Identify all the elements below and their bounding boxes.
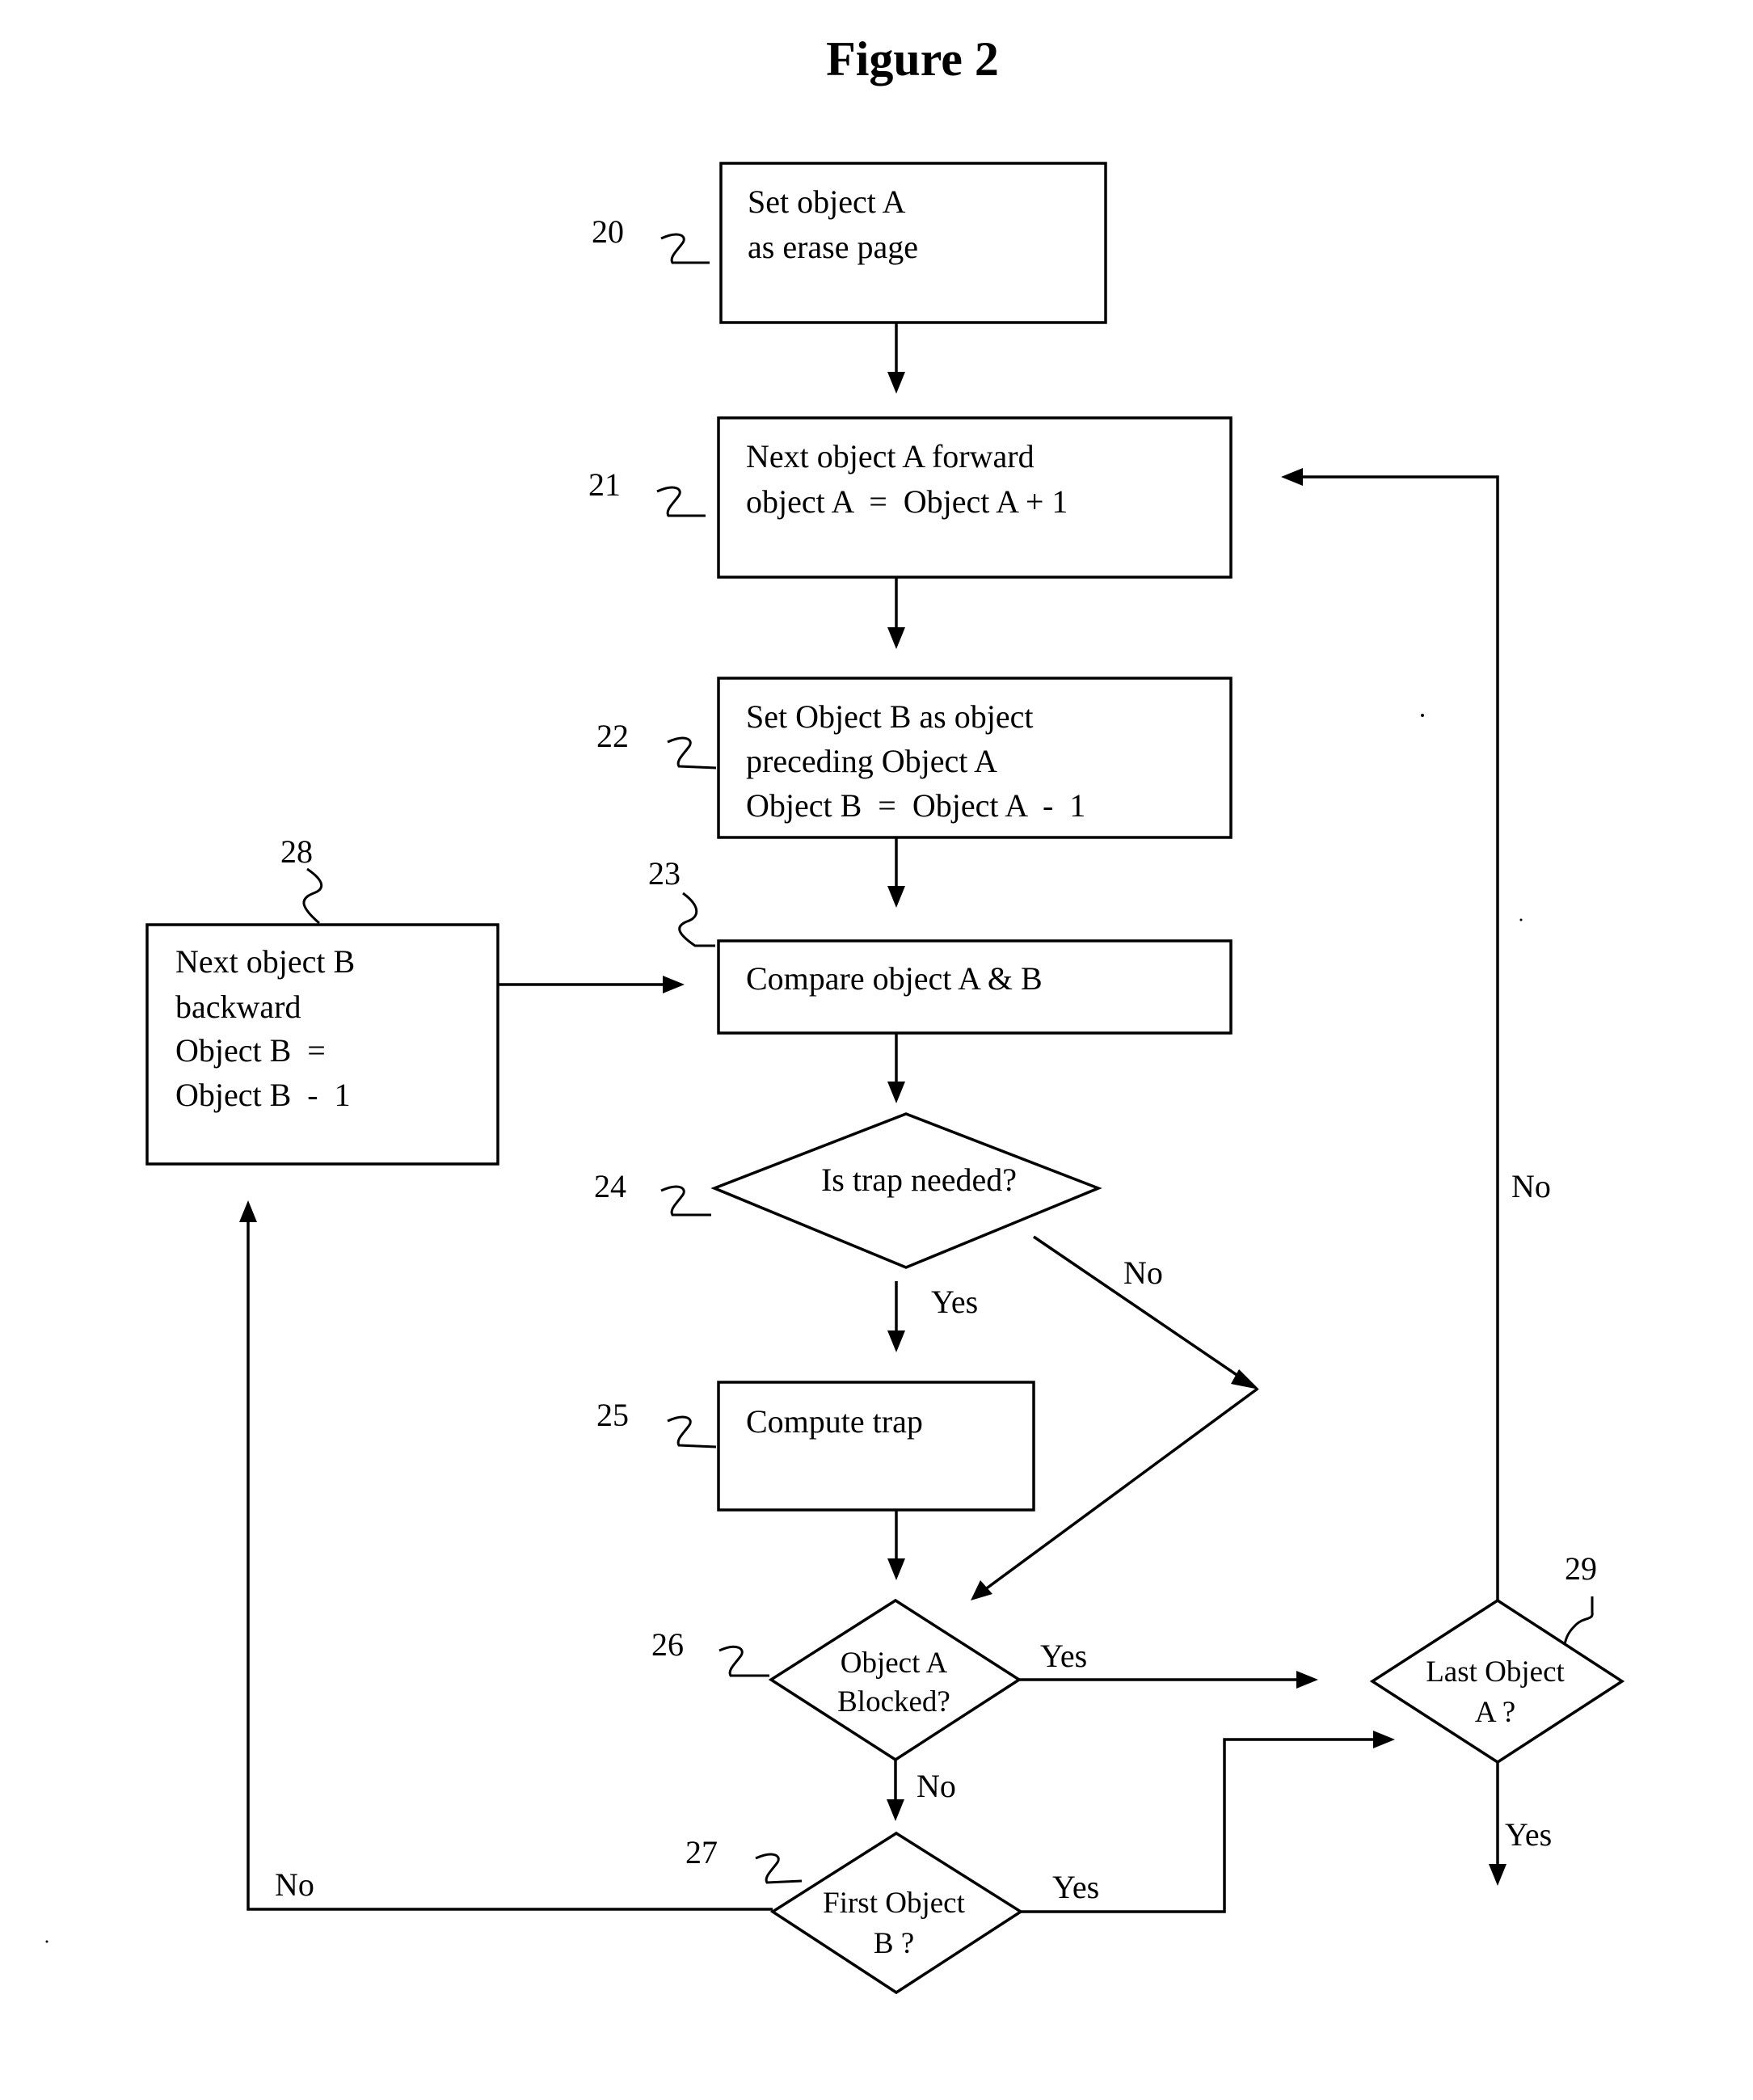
arrowhead-right-icon — [1373, 1731, 1395, 1748]
node-22-line-1: Set Object B as object — [746, 698, 1033, 735]
arrow-26-no-to-27: No — [887, 1760, 956, 1821]
edge-label-29-yes: Yes — [1505, 1816, 1552, 1853]
leader-squiggle-26 — [718, 1645, 769, 1677]
arrowhead-down-icon — [887, 1558, 905, 1580]
node-23-compare: Compare object A & B — [717, 939, 1233, 1035]
node-25-line-1: Compute trap — [746, 1403, 923, 1440]
arrowhead-up-icon — [239, 1200, 257, 1222]
node-21-line-1: Next object A forward — [746, 438, 1035, 474]
leader-squiggle-24 — [660, 1185, 711, 1217]
node-20-line-2: as erase page — [748, 229, 918, 265]
node-20-set-object-a: Set object A as erase page — [719, 162, 1107, 324]
ref-label-21: 21 — [588, 466, 621, 503]
node-24-is-trap-needed: Is trap needed? — [710, 1112, 1102, 1269]
edge-label-27-no: No — [275, 1866, 314, 1903]
node-27-line-1: First Object — [823, 1887, 965, 1920]
node-27-first-object-b: First Object B ? — [769, 1831, 1024, 1995]
node-25-box — [717, 1381, 1035, 1512]
ref-label-20: 20 — [592, 213, 624, 250]
node-26-line-1: Object A — [841, 1647, 948, 1680]
leader-squiggle-23 — [678, 892, 715, 947]
arrowhead-down-icon — [887, 627, 905, 649]
node-22-set-object-b: Set Object B as object preceding Object … — [717, 677, 1233, 839]
arrow-27-yes-to-29: Yes — [1021, 1731, 1395, 1913]
ref-label-28: 28 — [280, 833, 313, 870]
edge-label-27-yes: Yes — [1052, 1869, 1099, 1905]
arrowhead-down-icon — [887, 886, 905, 908]
arrowhead-down-icon — [887, 1082, 905, 1103]
arrowhead-down-icon — [1489, 1864, 1506, 1886]
node-26-object-a-blocked: Object A Blocked? — [768, 1598, 1022, 1762]
ref-label-29: 29 — [1565, 1550, 1597, 1587]
arrowhead-down-icon — [887, 1330, 905, 1352]
node-24-line-1: Is trap needed? — [821, 1162, 1017, 1198]
arrow-26-yes-to-29: Yes — [1019, 1638, 1318, 1689]
node-28-line-4: Object B - 1 — [175, 1077, 351, 1113]
leader-squiggle-20 — [660, 233, 710, 264]
arrow-22-to-23 — [887, 837, 905, 908]
leader-squiggle-25 — [667, 1415, 717, 1448]
leader-squiggle-27 — [755, 1853, 803, 1884]
node-25-compute-trap: Compute trap — [717, 1381, 1035, 1512]
arrow-29-no-to-21: No — [1281, 468, 1551, 1600]
node-21-next-object-a: Next object A forward object A = Object … — [717, 416, 1233, 579]
leader-squiggle-21 — [656, 486, 706, 517]
arrow-20-to-21 — [887, 323, 905, 394]
node-26-diamond — [768, 1598, 1022, 1762]
arrowhead-right-icon — [1296, 1671, 1318, 1689]
edge-label-24-no: No — [1123, 1255, 1163, 1291]
arrowhead-diag-icon — [971, 1580, 992, 1600]
node-28-line-3: Object B = — [175, 1032, 326, 1069]
node-28-next-object-b: Next object B backward Object B = Object… — [145, 923, 499, 1166]
arrow-21-to-22 — [887, 577, 905, 649]
edge-label-24-yes: Yes — [931, 1284, 978, 1320]
arrowhead-down-icon — [887, 372, 905, 394]
edge-label-29-no: No — [1511, 1168, 1551, 1204]
node-26-line-2: Blocked? — [837, 1685, 950, 1718]
arrow-25-to-26 — [887, 1510, 905, 1580]
figure-title: Figure 2 — [826, 32, 999, 86]
edge-label-26-no: No — [917, 1768, 956, 1804]
arrow-24-yes-to-25: Yes — [887, 1281, 978, 1352]
edge-label-26-yes: Yes — [1040, 1638, 1087, 1674]
leader-squiggle-29 — [1563, 1596, 1594, 1645]
node-22-line-3: Object B = Object A - 1 — [746, 787, 1085, 824]
scan-speck — [45, 1940, 48, 1943]
node-20-line-1: Set object A — [748, 183, 906, 220]
arrow-28-to-23 — [498, 976, 685, 993]
arrowhead-down-icon — [887, 1799, 904, 1821]
scan-speck — [1519, 918, 1523, 921]
node-29-line-1: Last Object — [1426, 1655, 1565, 1689]
node-22-line-2: preceding Object A — [746, 743, 997, 779]
ref-label-26: 26 — [651, 1626, 684, 1663]
ref-label-23: 23 — [648, 855, 681, 892]
node-28-line-2: backward — [175, 989, 301, 1025]
arrow-29-yes-to-end: Yes — [1489, 1762, 1552, 1886]
node-23-line-1: Compare object A & B — [746, 960, 1043, 997]
node-27-line-2: B ? — [874, 1927, 914, 1960]
leader-squiggle-28 — [302, 867, 322, 925]
leader-squiggle-22 — [667, 736, 717, 770]
scan-speck — [1421, 714, 1424, 717]
arrowhead-left-icon — [1281, 468, 1303, 486]
arrowhead-right-icon — [663, 976, 685, 993]
node-28-line-1: Next object B — [175, 943, 355, 980]
ref-label-25: 25 — [596, 1397, 629, 1433]
node-29-last-object-a: Last Object A ? — [1369, 1598, 1625, 1765]
arrow-27-no-to-28: No — [239, 1200, 773, 1911]
node-21-line-2: object A = Object A + 1 — [746, 483, 1068, 520]
flowchart: Figure 2 Set object A as erase page 20 N… — [45, 32, 1625, 1995]
node-29-line-2: A ? — [1475, 1696, 1515, 1729]
ref-label-22: 22 — [596, 718, 629, 754]
ref-label-27: 27 — [685, 1834, 718, 1870]
arrow-23-to-24 — [887, 1033, 905, 1103]
ref-label-24: 24 — [594, 1168, 626, 1204]
